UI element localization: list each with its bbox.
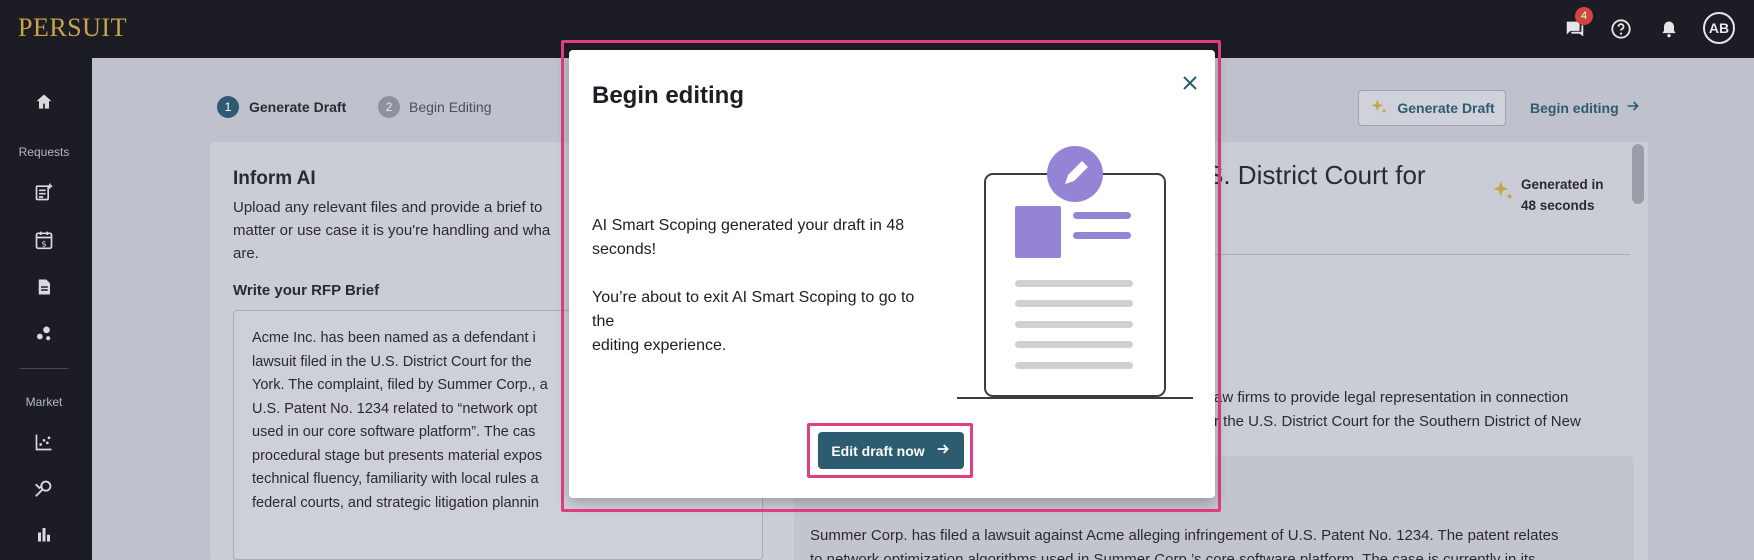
document-edit-illustration <box>957 142 1193 404</box>
help-icon[interactable] <box>1608 16 1634 42</box>
sidebar-divider <box>20 368 68 369</box>
generated-time-label: Generated in 48 seconds <box>1521 177 1604 213</box>
share-nodes-icon[interactable] <box>32 322 56 346</box>
generate-draft-label: Generate Draft <box>1397 100 1495 116</box>
document-icon[interactable] <box>32 275 56 299</box>
step-2-number: 2 <box>378 96 400 118</box>
sidebar: Requests $ Market <box>0 58 92 560</box>
draft-title: S. District Court for <box>1206 160 1426 190</box>
svg-text:$: $ <box>41 239 46 249</box>
sparkle-icon <box>1369 97 1389 120</box>
sidebar-section-requests: Requests <box>18 145 70 159</box>
modal-message-generated: AI Smart Scoping generated your draft in… <box>592 217 905 258</box>
modal-title: Begin editing <box>592 82 744 109</box>
home-icon[interactable] <box>32 90 56 114</box>
notification-count-badge: 4 <box>1575 7 1593 25</box>
arrow-right-icon <box>935 441 951 460</box>
draft-paragraph-2: Summer Corp. has filed a lawsuit against… <box>810 527 1559 560</box>
sidebar-section-market: Market <box>25 395 63 409</box>
step-1-label[interactable]: Generate Draft <box>249 99 346 115</box>
bar-chart-icon[interactable] <box>32 522 56 546</box>
modal-message-exit: You’re about to exit AI Smart Scoping to… <box>592 289 915 354</box>
arrow-right-icon <box>1625 98 1641 117</box>
search-analytics-icon[interactable] <box>32 476 56 500</box>
new-request-icon[interactable] <box>32 180 56 204</box>
step-1-number: 1 <box>217 96 239 118</box>
panel-description: Upload any relevant files and provide a … <box>233 199 551 262</box>
user-avatar[interactable]: AB <box>1703 12 1735 44</box>
persuit-logo[interactable]: PERSUIT <box>18 13 127 43</box>
edit-draft-now-label: Edit draft now <box>831 442 925 459</box>
close-icon[interactable] <box>1175 68 1205 98</box>
rfp-brief-text: Acme Inc. has been named as a defendant … <box>252 330 548 511</box>
sparkle-icon <box>1490 178 1516 209</box>
rfp-brief-label: Write your RFP Brief <box>233 282 380 299</box>
panel-title: Inform AI <box>233 168 316 189</box>
scrollbar[interactable] <box>1632 144 1644 204</box>
generate-draft-button[interactable]: Generate Draft <box>1358 90 1506 126</box>
step-2-label[interactable]: Begin Editing <box>409 99 492 115</box>
begin-editing-label: Begin editing <box>1530 99 1619 116</box>
calendar-dollar-icon[interactable]: $ <box>32 228 56 252</box>
begin-editing-link[interactable]: Begin editing <box>1530 98 1641 117</box>
scatter-chart-icon[interactable] <box>32 430 56 454</box>
edit-draft-now-button[interactable]: Edit draft now <box>818 432 964 469</box>
bell-icon[interactable] <box>1656 16 1682 42</box>
draft-paragraph-1: aw firms to provide legal representation… <box>1214 389 1581 430</box>
